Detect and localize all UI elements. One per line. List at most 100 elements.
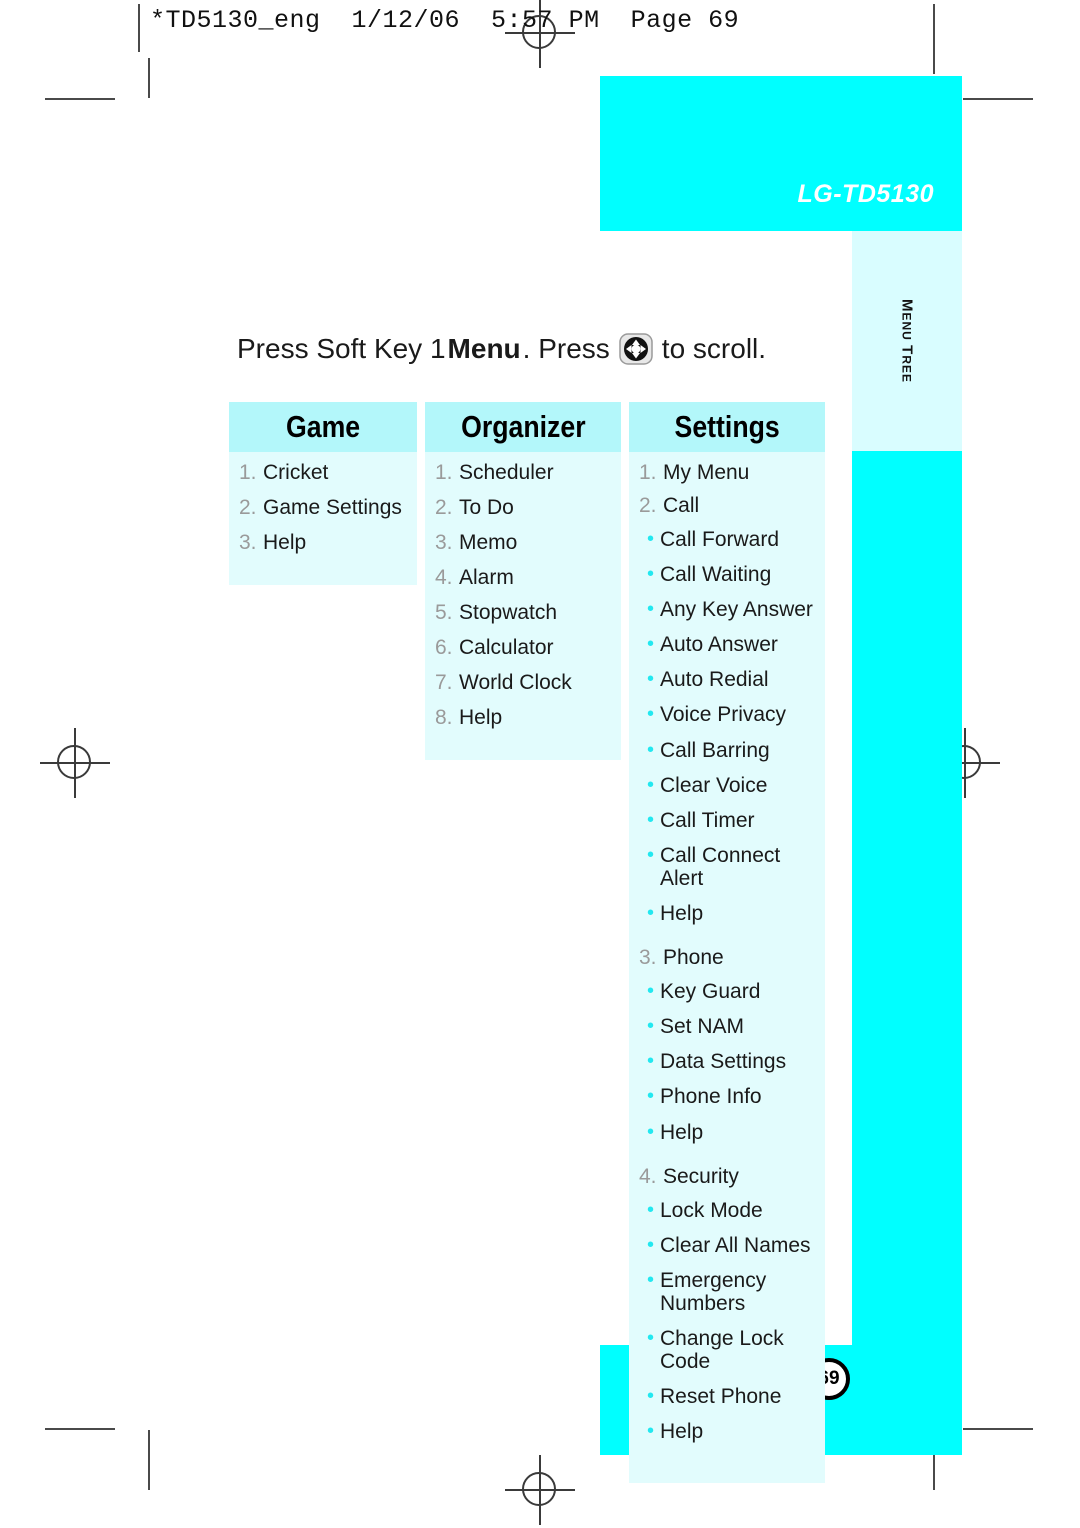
- menu-column-title-game: Game: [285, 409, 361, 444]
- menu-subitem-label: Call Timer: [660, 808, 755, 832]
- crop-mark-top-left-horizontal: [45, 98, 115, 100]
- menu-subitem-label: Call Connect Alert: [660, 843, 781, 890]
- menu-subitem-label: Auto Answer: [660, 633, 778, 657]
- menu-subitem-label: Set NAM: [660, 1015, 745, 1039]
- menu-item: 1. Scheduler: [425, 462, 621, 483]
- menu-subitem: • Clear Voice: [629, 774, 825, 797]
- crop-mark-bottom-right-horizontal: [963, 1428, 1033, 1430]
- menu-subitem-label: Call Waiting: [660, 563, 772, 587]
- menu-item-label: World Clock: [459, 671, 572, 694]
- menu-column-game: Game 1. Cricket 2. Game Settings 3. Help: [229, 402, 417, 585]
- menu-item: 3. Phone: [629, 947, 825, 968]
- crop-mark-top-right-horizontal: [963, 98, 1033, 100]
- bullet-icon: •: [647, 843, 655, 866]
- menu-subitem-label: Data Settings: [660, 1050, 787, 1074]
- menu-item: 7. World Clock: [425, 672, 621, 693]
- bullet-icon: •: [647, 703, 655, 726]
- menu-item-label: Cricket: [263, 461, 329, 484]
- bullet-icon: •: [647, 633, 655, 656]
- menu-subitem-label: Reset Phone: [660, 1385, 782, 1409]
- menu-subitem: • Data Settings: [629, 1050, 825, 1073]
- header-cyan-block: LG-TD5130: [600, 76, 962, 231]
- menu-subitem: • Lock Mode: [629, 1199, 825, 1222]
- menu-subitem-label: Any Key Answer: [660, 598, 813, 622]
- bullet-icon: •: [647, 773, 655, 796]
- menu-item: 5. Stopwatch: [425, 602, 621, 623]
- bullet-icon: •: [647, 902, 655, 925]
- menu-item: 6. Calculator: [425, 637, 621, 658]
- side-tab-label-enu: ENU: [899, 312, 914, 346]
- menu-group-spacer: [629, 937, 825, 947]
- menu-column-header-game: Game: [229, 402, 417, 452]
- menu-column-title-settings: Settings: [674, 409, 780, 444]
- crop-mark-bottom-left-vertical: [148, 1430, 150, 1490]
- menu-subitem: • Change Lock Code: [629, 1327, 825, 1373]
- menu-subitem-label: Phone Info: [660, 1085, 762, 1109]
- menu-subitem: • Call Barring: [629, 739, 825, 762]
- menu-subitem: • Help: [629, 1420, 825, 1443]
- menu-column-organizer: Organizer 1. Scheduler 2. To Do 3. Memo 4. Alar…: [425, 402, 621, 760]
- bullet-icon: •: [647, 1120, 655, 1143]
- menu-item-label: Phone: [663, 946, 724, 970]
- instruction-text-part2: . Press: [522, 333, 610, 364]
- menu-item-number: 1.: [239, 461, 257, 484]
- menu-subitem: • Auto Redial: [629, 668, 825, 691]
- menu-group-spacer: [629, 1455, 825, 1465]
- bullet-icon: •: [647, 1268, 655, 1291]
- menu-item-number: 1.: [435, 461, 453, 484]
- menu-item-label: Call: [663, 494, 700, 517]
- menu-item-number: 1.: [639, 461, 657, 484]
- menu-subitem: • Call Waiting: [629, 563, 825, 586]
- menu-subitem: • Call Connect Alert: [629, 844, 825, 890]
- menu-column-body-organizer: 1. Scheduler 2. To Do 3. Memo 4. Alarm 5. Stopwat…: [425, 452, 621, 728]
- menu-subitem-label: Call Forward: [660, 528, 780, 551]
- menu-subitem: • Help: [629, 1121, 825, 1144]
- menu-item: 2. To Do: [425, 497, 621, 518]
- menu-subitem: • Call Forward: [629, 528, 825, 551]
- menu-item-label: Calculator: [459, 636, 554, 659]
- menu-subitem-label: Clear All Names: [660, 1233, 811, 1257]
- menu-item: 3. Help: [229, 532, 417, 553]
- navigation-key-icon: [619, 333, 653, 365]
- bullet-icon: •: [647, 1085, 655, 1108]
- instruction-text-part1: Press Soft Key 1: [237, 333, 446, 364]
- menu-subitem-label: Lock Mode: [660, 1198, 763, 1222]
- bullet-icon: •: [647, 528, 655, 550]
- bullet-icon: •: [647, 980, 655, 1003]
- menu-item-number: 6.: [435, 636, 453, 659]
- menu-item: 4. Alarm: [425, 567, 621, 588]
- bullet-icon: •: [647, 668, 655, 691]
- menu-column-body-settings: 1. My Menu 2. Call • Call Forward • Call Waitin…: [629, 452, 825, 1465]
- menu-subitem: • Help: [629, 902, 825, 925]
- bullet-icon: •: [647, 1326, 655, 1349]
- menu-subitem: • Key Guard: [629, 980, 825, 1003]
- bullet-icon: •: [647, 808, 655, 831]
- menu-subitem-label: Emergency Numbers: [660, 1268, 767, 1315]
- menu-item-number: 4.: [435, 566, 453, 589]
- menu-subitem-label: Change Lock Code: [660, 1326, 784, 1374]
- menu-item-number: 4.: [639, 1164, 657, 1188]
- menu-item-number: 2.: [435, 496, 453, 519]
- menu-item-number: 3.: [639, 946, 657, 970]
- menu-subitem: • Clear All Names: [629, 1234, 825, 1257]
- instruction-text-part3: to scroll.: [661, 333, 767, 364]
- menu-item: 2. Call: [629, 495, 825, 516]
- bullet-icon: •: [647, 1420, 655, 1443]
- crop-mark-bottom-left-horizontal: [45, 1428, 115, 1430]
- menu-item: 1. My Menu: [629, 462, 825, 483]
- menu-subitem: • Reset Phone: [629, 1385, 825, 1408]
- bullet-icon: •: [647, 1233, 655, 1256]
- menu-subitem-label: Help: [660, 1420, 704, 1444]
- bullet-icon: •: [647, 1015, 655, 1038]
- menu-subitem: • Auto Answer: [629, 633, 825, 656]
- menu-item-label: Security: [663, 1164, 739, 1188]
- menu-subitem-label: Auto Redial: [660, 668, 769, 692]
- menu-item-label: Game Settings: [263, 496, 402, 519]
- menu-subitem-label: Help: [660, 1120, 704, 1144]
- menu-tree-columns: Game 1. Cricket 2. Game Settings 3. Help Orga…: [229, 402, 825, 1484]
- menu-item-number: 7.: [435, 671, 453, 694]
- menu-subitem-label: Clear Voice: [660, 773, 768, 797]
- menu-subitem: • Any Key Answer: [629, 598, 825, 621]
- menu-item-label: Scheduler: [459, 461, 554, 484]
- menu-item-number: 3.: [435, 531, 453, 554]
